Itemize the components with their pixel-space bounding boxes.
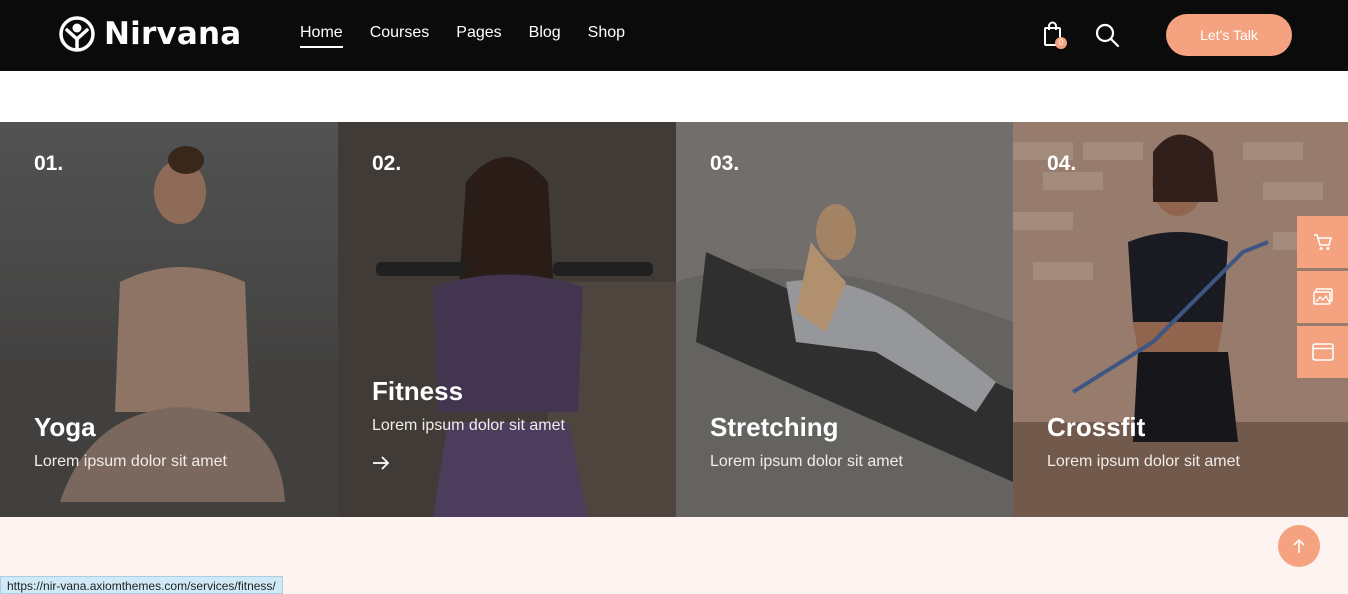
service-number: 03.	[710, 152, 740, 175]
site-header: Nirvana Home Courses Pages Blog Shop 0 L…	[0, 0, 1348, 71]
logo-text: Nirvana	[104, 16, 242, 52]
arrow-right-icon[interactable]	[372, 456, 390, 470]
logo[interactable]: Nirvana	[58, 15, 241, 53]
arrow-up-icon	[1293, 538, 1305, 553]
nav-home[interactable]: Home	[300, 24, 343, 48]
nav-blog[interactable]: Blog	[529, 24, 561, 48]
service-description: Lorem ipsum dolor sit amet	[1047, 453, 1240, 470]
link-hover-status: https://nir-vana.axiomthemes.com/service…	[0, 576, 283, 594]
cart-icon[interactable]: 0	[1043, 21, 1069, 49]
browser-window-icon	[1311, 343, 1334, 361]
side-cart-button[interactable]	[1297, 216, 1348, 268]
side-toolbar	[1297, 216, 1348, 381]
side-gallery-button[interactable]	[1297, 271, 1348, 323]
cart-count-badge: 0	[1055, 37, 1067, 49]
service-card-stretching[interactable]: 03. Stretching Lorem ipsum dolor sit ame…	[676, 122, 1013, 517]
image-icon	[1312, 288, 1333, 305]
nav-pages[interactable]: Pages	[456, 24, 501, 48]
nav-shop[interactable]: Shop	[588, 24, 625, 48]
service-number: 02.	[372, 152, 402, 175]
service-title: Fitness	[372, 376, 464, 406]
nav-courses[interactable]: Courses	[370, 24, 430, 48]
service-title: Stretching	[710, 412, 839, 442]
lets-talk-button[interactable]: Let’s Talk	[1166, 14, 1292, 56]
service-title: Yoga	[34, 412, 96, 442]
services-grid: 01. Yoga Lorem ipsum dolor sit amet 02. …	[0, 122, 1348, 517]
main-nav: Home Courses Pages Blog Shop	[300, 24, 625, 48]
service-card-yoga[interactable]: 01. Yoga Lorem ipsum dolor sit amet	[0, 122, 338, 517]
service-description: Lorem ipsum dolor sit amet	[710, 453, 903, 470]
service-number: 01.	[34, 152, 64, 175]
spacer-band	[0, 71, 1348, 122]
side-window-button[interactable]	[1297, 326, 1348, 378]
service-description: Lorem ipsum dolor sit amet	[372, 417, 565, 434]
service-number: 04.	[1047, 152, 1077, 175]
service-description: Lorem ipsum dolor sit amet	[34, 453, 227, 470]
logo-icon	[59, 16, 95, 52]
service-title: Crossfit	[1047, 412, 1146, 442]
search-icon[interactable]	[1094, 22, 1120, 48]
scroll-to-top-button[interactable]	[1278, 525, 1320, 567]
cart-icon	[1313, 234, 1332, 250]
service-card-fitness[interactable]: 02. Fitness Lorem ipsum dolor sit amet	[338, 122, 676, 517]
